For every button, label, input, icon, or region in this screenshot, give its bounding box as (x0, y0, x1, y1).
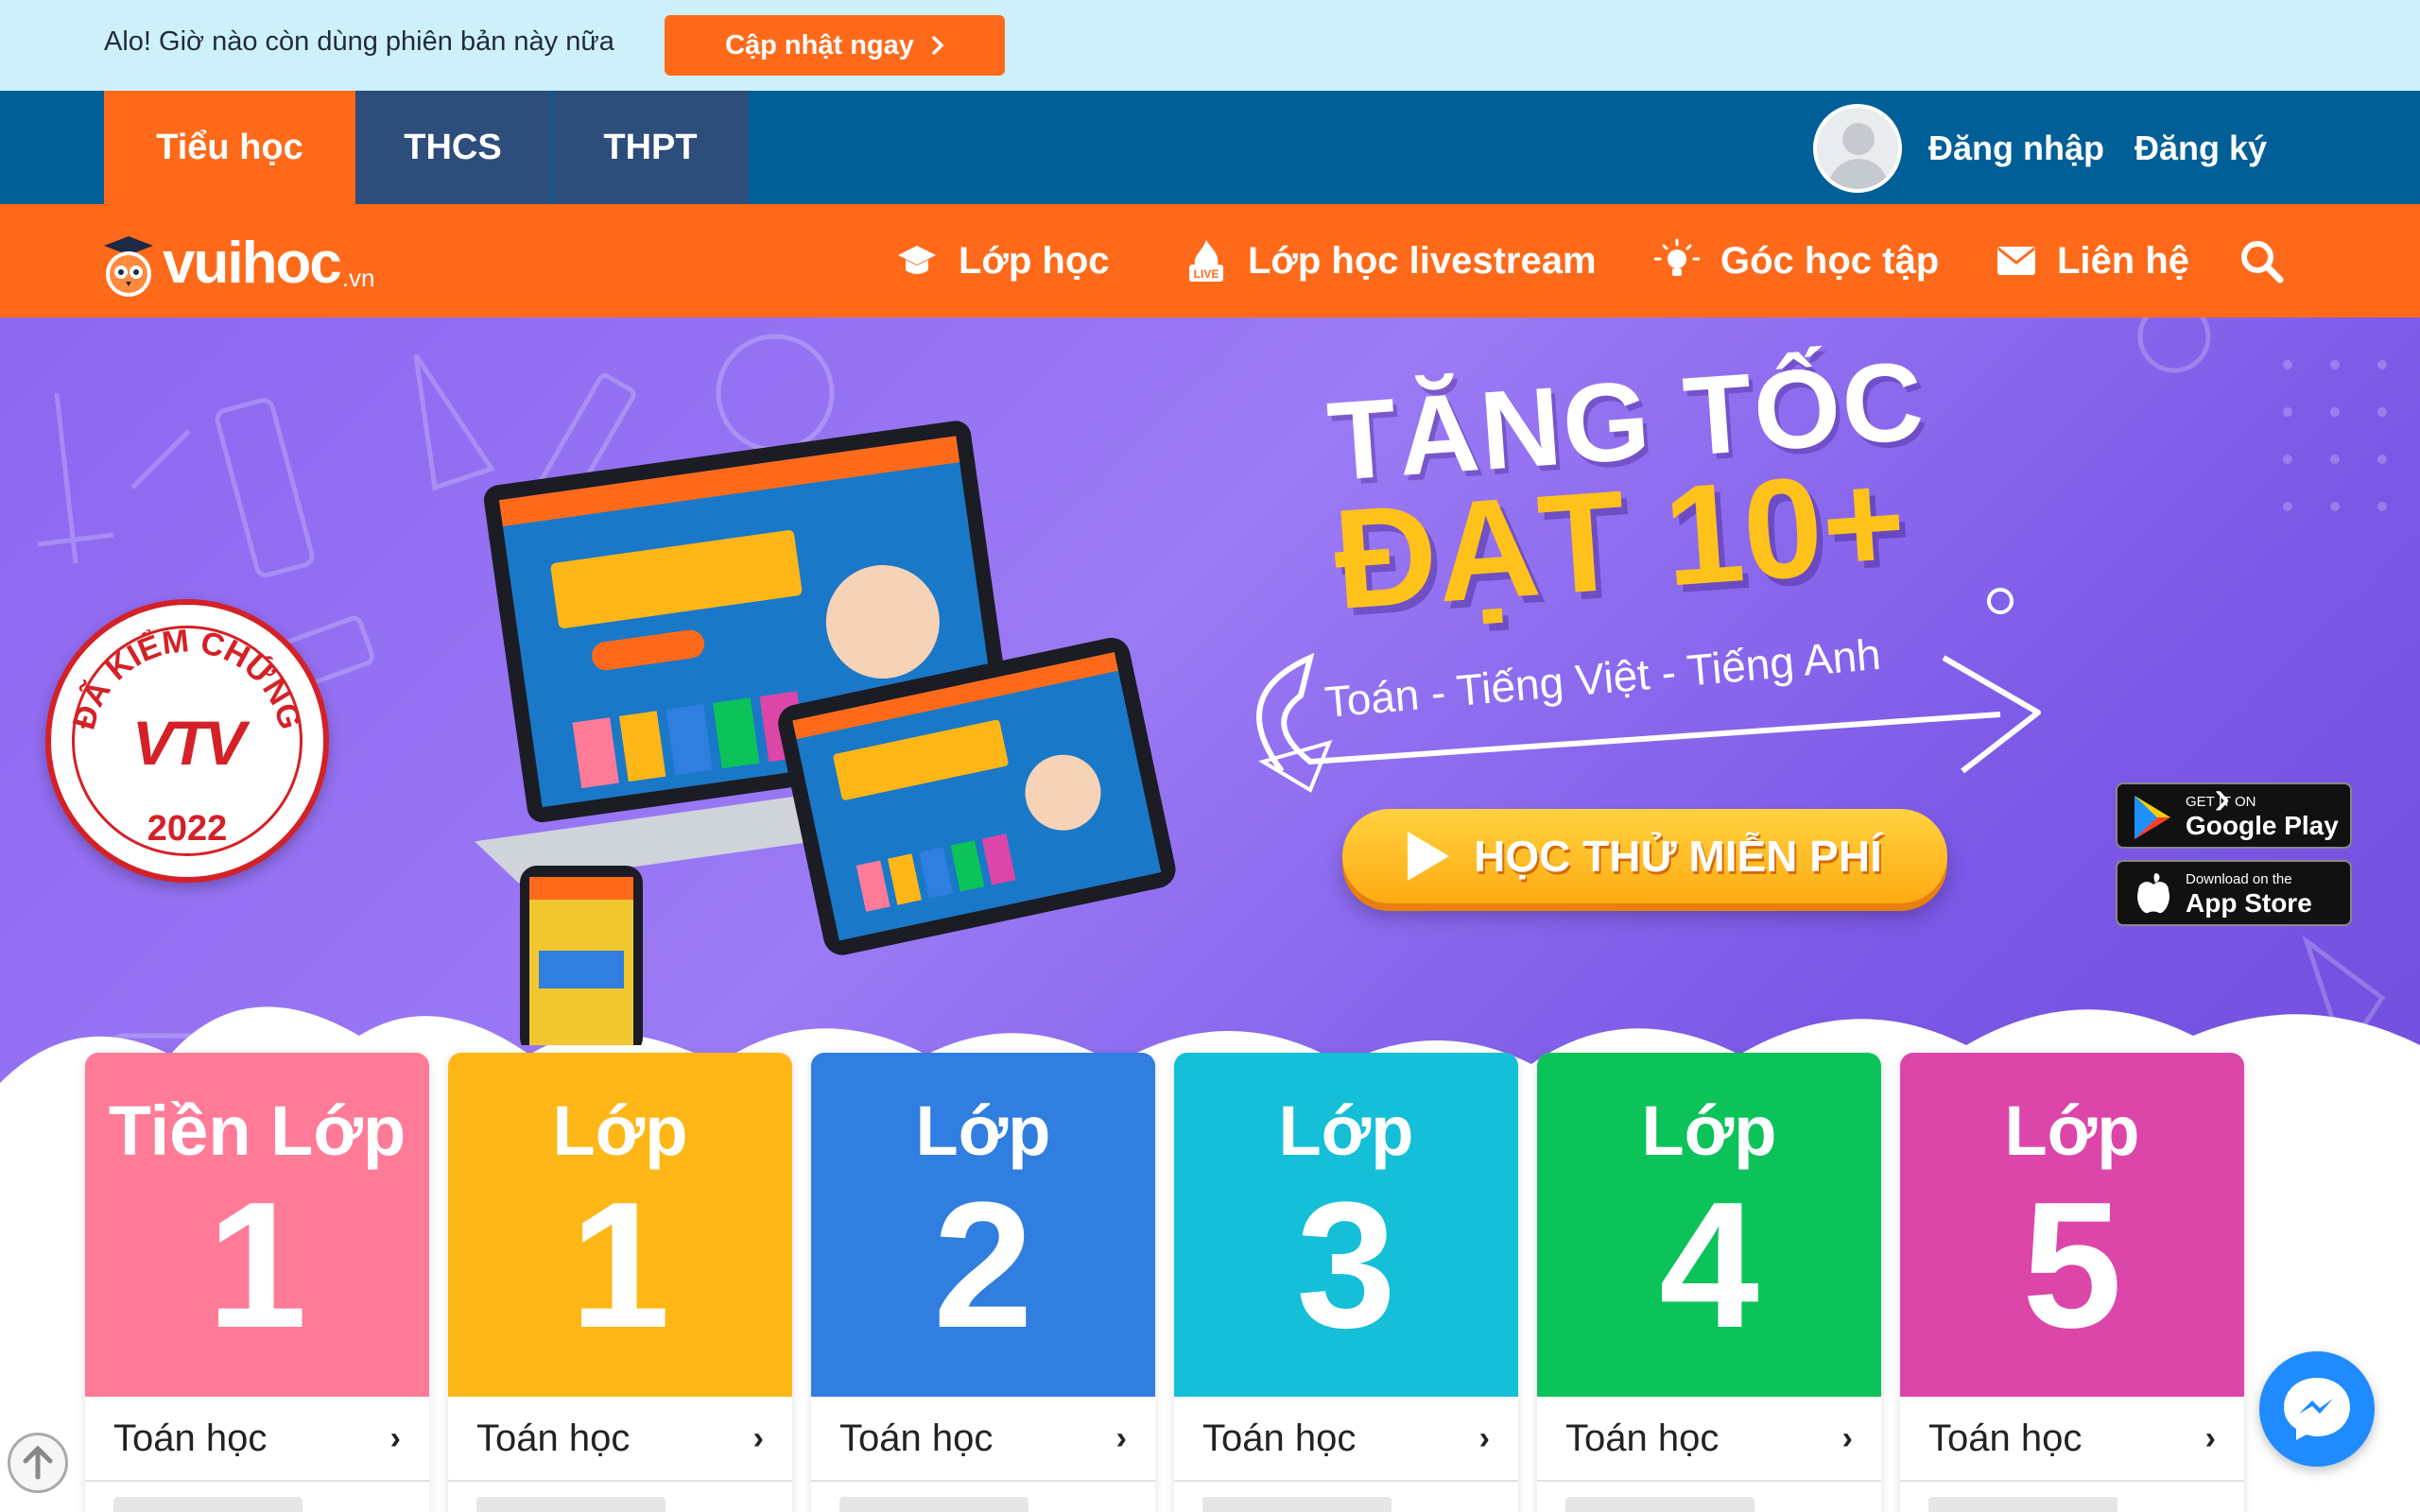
slider-next-button[interactable]: › (2214, 769, 2230, 826)
grade-label: Tiền Lớp (108, 1091, 406, 1170)
play-icon (1408, 832, 1450, 881)
grade-label: Lớp (915, 1091, 1051, 1170)
main-nav: vuihoc .vn Lớp học LIVE Lớp học livestre… (0, 204, 2420, 318)
app-store-small: Download on the (2186, 871, 2292, 887)
update-banner: Alo! Giờ nào còn dùng phiên bản này nữa … (0, 0, 2420, 91)
grade-next-row (1565, 1497, 1754, 1512)
grade-card-header: Lớp 3 (1174, 1053, 1518, 1397)
nav-label: Lớp học (959, 239, 1110, 282)
grade-number: 5 (2022, 1165, 2122, 1366)
grade-subject: Toán học (1202, 1417, 1357, 1459)
logo-suffix: .vn (341, 264, 375, 292)
scroll-top-button[interactable] (8, 1433, 68, 1493)
grade-card-lop-4[interactable]: Lớp 4 Toán học › (1537, 1053, 1881, 1512)
vtv-verified-badge: ĐÃ KIỂM CHỨNG VTV 2022 (45, 599, 329, 883)
nav-lop-hoc[interactable]: Lớp học (896, 234, 1110, 287)
grade-subject-row[interactable]: Toán học › (85, 1397, 429, 1482)
chevron-right-icon: › (1478, 1419, 1490, 1456)
grade-subject: Toán học (1928, 1417, 2083, 1459)
grade-label: Lớp (552, 1091, 688, 1170)
arrow-up-icon (23, 1445, 53, 1480)
nav-lien-he[interactable]: Liên hệ (1996, 234, 2189, 287)
grade-next-row (839, 1497, 1028, 1512)
chevron-right-icon: › (2204, 1419, 2216, 1456)
grade-subject: Toán học (1565, 1417, 1720, 1459)
logo-text: vuihoc (163, 231, 342, 296)
app-store-button[interactable]: Download on the App Store (2116, 860, 2352, 926)
apple-icon (2137, 873, 2169, 914)
search-icon[interactable] (2238, 238, 2286, 285)
grade-label: Lớp (1641, 1091, 1777, 1170)
nav-label: Lớp học livestream (1248, 239, 1597, 282)
grade-next-row (113, 1497, 302, 1512)
grade-number: 2 (933, 1165, 1033, 1366)
chevron-right-icon (932, 36, 944, 55)
grade-label: Lớp (2004, 1091, 2140, 1170)
grade-card-lop-2[interactable]: Lớp 2 Toán học › (811, 1053, 1155, 1512)
grade-number: 1 (207, 1165, 307, 1366)
graduation-cap-icon (898, 246, 936, 274)
grade-subject-row[interactable]: Toán học › (448, 1397, 792, 1482)
messenger-button[interactable] (2259, 1351, 2375, 1467)
nav-lop-hoc-livestream[interactable]: LIVE Lớp học livestream (1185, 234, 1597, 287)
grade-card-header: Tiền Lớp 1 (85, 1053, 429, 1397)
grade-next-row (1928, 1497, 2118, 1512)
tab-tieu-hoc[interactable]: Tiểu học (104, 91, 355, 204)
google-play-icon (2135, 796, 2170, 839)
grade-subject-row[interactable]: Toán học › (1900, 1397, 2244, 1482)
grade-subject: Toán học (839, 1417, 994, 1459)
chevron-right-icon: › (1115, 1419, 1127, 1456)
level-nav: Tiểu học THCS THPT Đăng nhập Đăng ký (0, 91, 2420, 204)
google-play-big: Google Play (2186, 811, 2339, 840)
update-now-label: Cập nhật ngay (725, 29, 914, 60)
grade-subject-row[interactable]: Toán học › (1537, 1397, 1881, 1482)
grade-number: 4 (1659, 1165, 1759, 1366)
grade-label: Lớp (1278, 1091, 1414, 1170)
live-badge-text: LIVE (1194, 267, 1219, 281)
avatar[interactable] (1813, 104, 1902, 193)
grade-number: 3 (1296, 1165, 1396, 1366)
nav-label: Liên hệ (2057, 239, 2190, 282)
vuihoc-logo[interactable]: vuihoc .vn (95, 217, 388, 304)
grade-next-row (1202, 1497, 1392, 1512)
chevron-right-icon: › (752, 1419, 764, 1456)
google-play-button[interactable]: GET IT ON Google Play (2116, 782, 2352, 849)
badge-vtv-logo: VTV (131, 708, 246, 778)
nav-goc-hoc-tap[interactable]: Góc học tập (1654, 234, 1939, 287)
grade-subject: Toán học (113, 1417, 268, 1459)
grade-card-header: Lớp 1 (448, 1053, 792, 1397)
free-trial-button[interactable]: HỌC THỬ MIỄN PHÍ (1342, 809, 1947, 903)
lightbulb-icon (1654, 238, 1700, 276)
owl-mascot-icon (104, 236, 153, 297)
grade-card-tien-lop-1[interactable]: Tiền Lớp 1 Toán học › (85, 1053, 429, 1512)
grade-card-lop-3[interactable]: Lớp 3 Toán học › (1174, 1053, 1518, 1512)
update-now-button[interactable]: Cập nhật ngay (665, 15, 1005, 76)
login-link[interactable]: Đăng nhập (1928, 129, 2104, 168)
grade-card-header: Lớp 5 (1900, 1053, 2244, 1397)
grade-subject-row[interactable]: Toán học › (1174, 1397, 1518, 1482)
chevron-right-icon: › (1841, 1419, 1853, 1456)
grade-card-header: Lớp 2 (811, 1053, 1155, 1397)
chevron-right-icon: › (389, 1419, 401, 1456)
tab-thcs[interactable]: THCS (355, 91, 550, 204)
tab-thpt[interactable]: THPT (552, 91, 749, 204)
grade-next-row (476, 1497, 666, 1512)
grade-subject-row[interactable]: Toán học › (811, 1397, 1155, 1482)
slider-prev-button[interactable]: ‹ (176, 773, 192, 830)
nav-label: Góc học tập (1720, 239, 1940, 282)
messenger-icon (2284, 1378, 2350, 1440)
free-trial-label: HỌC THỬ MIỄN PHÍ (1474, 832, 1882, 881)
grade-number: 1 (570, 1165, 670, 1366)
register-link[interactable]: Đăng ký (2135, 129, 2267, 168)
app-store-big: App Store (2186, 888, 2312, 918)
grade-card-lop-5[interactable]: Lớp 5 Toán học › (1900, 1053, 2244, 1512)
grade-subject: Toán học (476, 1417, 631, 1459)
update-message: Alo! Giờ nào còn dùng phiên bản này nữa (104, 26, 614, 57)
devices-illustration (474, 421, 1176, 1045)
envelope-icon (1997, 247, 2035, 275)
grade-card-header: Lớp 4 (1537, 1053, 1881, 1397)
live-fire-icon: LIVE (1189, 240, 1223, 282)
grade-card-lop-1[interactable]: Lớp 1 Toán học › (448, 1053, 792, 1512)
